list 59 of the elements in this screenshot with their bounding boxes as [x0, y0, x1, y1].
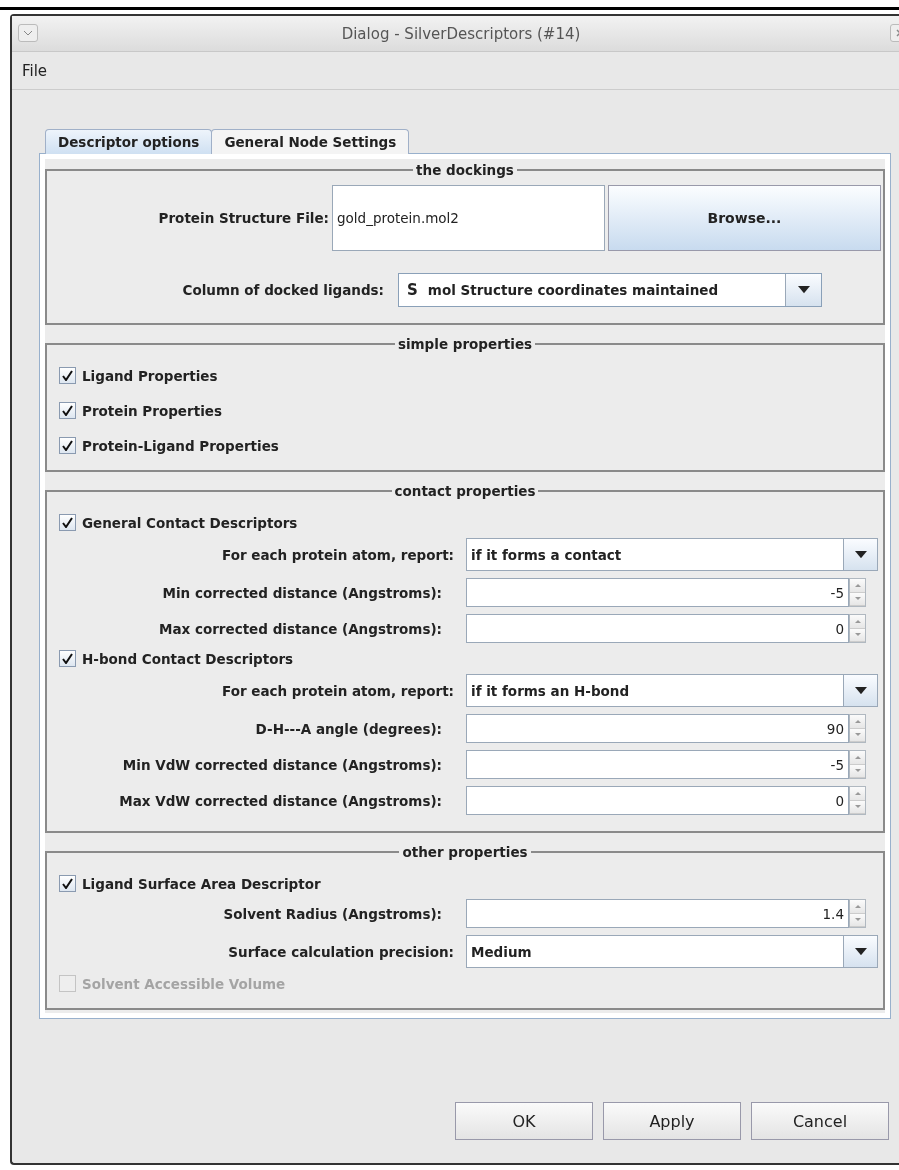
check-icon: [62, 653, 73, 664]
check-icon: [62, 878, 73, 889]
dialog-button[interactable]: OK: [455, 1102, 593, 1140]
dialog-button[interactable]: Cancel: [751, 1102, 889, 1140]
field-label: For each protein atom, report:: [220, 682, 454, 699]
field-label: Column of docked ligands:: [181, 282, 384, 298]
checkbox[interactable]: Ligand Properties: [59, 367, 218, 384]
type-label: S: [406, 281, 419, 299]
check-icon: [62, 370, 73, 381]
field-label: Protein Structure File:: [157, 210, 329, 226]
tab[interactable]: Descriptor options: [45, 129, 213, 154]
dropdown-field[interactable]: Medium: [466, 935, 878, 968]
field-label: Solvent Radius (Angstroms):: [222, 905, 442, 922]
check-icon: [62, 517, 73, 528]
dropdown-field[interactable]: if it forms an H-bond: [466, 674, 878, 707]
field-label: Min corrected distance (Angstroms):: [161, 584, 442, 601]
window-menu-button[interactable]: [18, 24, 38, 42]
tab[interactable]: General Node Settings: [211, 129, 410, 154]
checkbox[interactable]: General Contact Descriptors: [59, 514, 298, 531]
menu-item[interactable]: File: [22, 61, 48, 80]
group-title: contact properties: [394, 483, 536, 499]
column-dropdown[interactable]: S mol Structure coordinates maintained: [398, 273, 822, 307]
spinner-buttons[interactable]: [849, 899, 866, 928]
number-field[interactable]: -5: [466, 578, 849, 607]
check-icon: [62, 440, 73, 451]
dropdown-arrow-icon: [797, 286, 810, 294]
field-label: D-H---A angle (degrees):: [254, 720, 442, 737]
group-title: other properties: [402, 844, 528, 860]
dropdown-field[interactable]: if it forms a contact: [466, 538, 878, 571]
dropdown-arrow-icon: [854, 947, 867, 956]
checkbox[interactable]: H-bond Contact Descriptors: [59, 650, 294, 667]
chevron-down-icon: [23, 30, 33, 36]
spinner-buttons[interactable]: [849, 750, 866, 779]
spinner-buttons[interactable]: [849, 578, 866, 607]
number-field[interactable]: 90: [466, 714, 849, 743]
spinner-buttons[interactable]: [849, 614, 866, 643]
checkbox[interactable]: Ligand Surface Area Descriptor: [59, 875, 321, 892]
spinner-buttons[interactable]: [849, 786, 866, 815]
number-field[interactable]: 0: [466, 786, 849, 815]
checkbox[interactable]: Protein Properties: [59, 402, 222, 419]
number-field[interactable]: -5: [466, 750, 849, 779]
dropdown-arrow-icon: [854, 550, 867, 559]
field-label: For each protein atom, report:: [220, 546, 454, 563]
dialog-button[interactable]: Apply: [603, 1102, 741, 1140]
group-title: simple properties: [397, 336, 533, 352]
field-label: Max VdW corrected distance (Angstroms):: [118, 792, 442, 809]
number-field[interactable]: 0: [466, 614, 849, 643]
dropdown-arrow-icon: [854, 686, 867, 695]
browse-button[interactable]: Browse...: [608, 185, 881, 251]
window-title: Dialog - SilverDescriptors (#14): [341, 24, 581, 43]
field-label: Max corrected distance (Angstroms):: [157, 620, 442, 637]
group-title: the dockings: [416, 162, 514, 178]
number-field[interactable]: 1.4: [466, 899, 849, 928]
checkbox[interactable]: Protein-Ligand Properties: [59, 437, 279, 454]
spinner-buttons[interactable]: [849, 714, 866, 743]
field-label: Surface calculation precision:: [227, 943, 454, 960]
check-icon: [62, 405, 73, 416]
field-label: Min VdW corrected distance (Angstroms):: [121, 756, 442, 773]
file-path-field[interactable]: gold_protein.mol2: [332, 185, 605, 251]
